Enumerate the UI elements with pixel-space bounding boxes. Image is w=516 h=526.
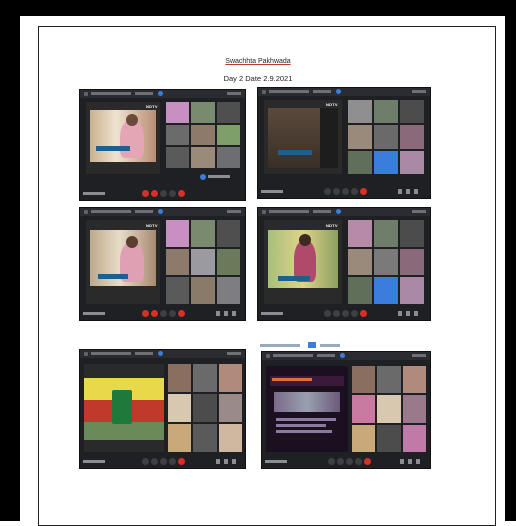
meeting-title-bar [80,90,245,98]
shared-screen-video: NDTV [86,102,160,174]
meeting-controls [258,186,430,198]
meeting-title-bar [258,88,430,96]
meeting-title-bar [80,350,245,358]
participant-grid [348,100,424,174]
meeting-screenshot-3: NDTV [80,208,245,320]
shared-screen-video [266,366,348,452]
meeting-title-bar [262,352,430,360]
ndtv-logo: NDTV [146,223,158,228]
meeting-title-bar [258,208,430,216]
participant-grid [168,364,242,452]
document-title: Swachhta Pakhwada [225,58,291,65]
meeting-controls [80,308,245,320]
participant-grid [166,220,240,304]
shared-screen-video [84,364,164,452]
shared-screen-video: NDTV [86,220,160,304]
document-subtitle: Day 2 Date 2.9.2021 [223,74,293,83]
meeting-controls [80,188,245,200]
participant-grid [166,102,240,168]
participant-grid [352,366,426,452]
meeting-controls [258,308,430,320]
page-frame-top [0,0,516,16]
meeting-controls [262,456,430,468]
meeting-screenshot-5 [80,350,245,468]
meeting-controls [80,456,245,468]
meeting-title-bar [80,208,245,216]
meeting-screenshot-4: NDTV [258,208,430,320]
participant-grid [348,220,424,304]
meeting-screenshot-2: NDTV [258,88,430,198]
meeting-screenshot-1: NDTV [80,90,245,200]
ndtv-logo: NDTV [326,223,338,228]
ndtv-logo: NDTV [326,102,338,107]
shared-screen-video: NDTV [264,220,342,304]
shared-screen-video: NDTV [264,100,342,174]
ndtv-logo: NDTV [146,104,158,109]
browser-notification-strip [260,342,432,349]
meeting-screenshot-6 [262,352,430,468]
